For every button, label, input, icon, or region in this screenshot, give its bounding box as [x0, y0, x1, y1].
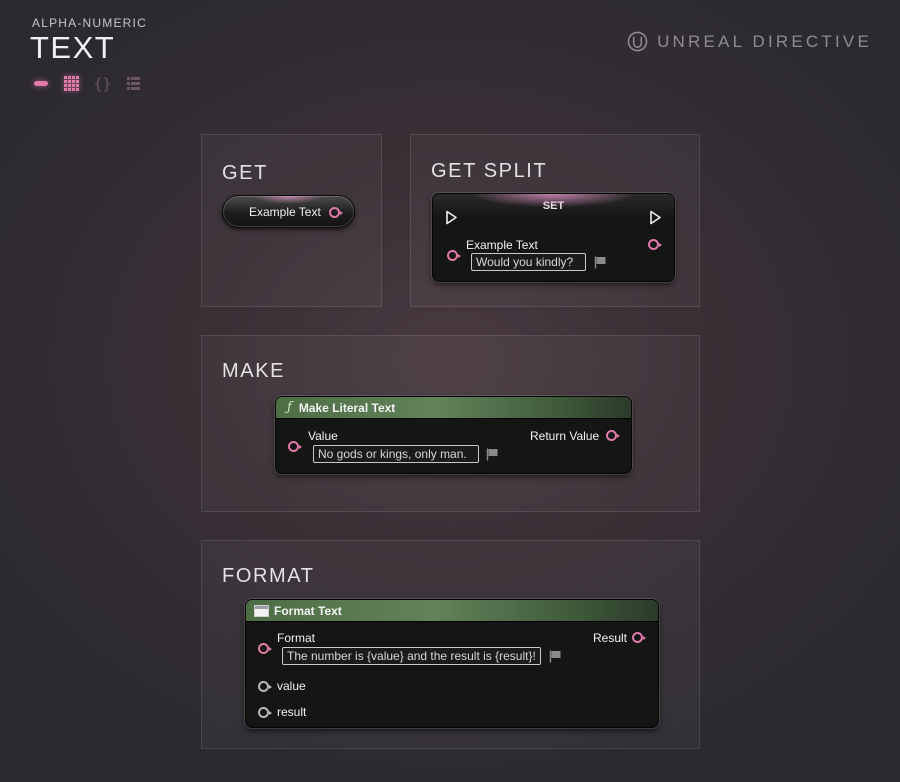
struct-brace-icon[interactable]: {} — [93, 75, 111, 93]
panel-get: GET Example Text — [201, 134, 382, 307]
panel-title: GET SPLIT — [431, 160, 548, 182]
set-node[interactable]: SET Example Text Would you kindly? — [432, 193, 675, 282]
localize-flag-icon[interactable] — [594, 256, 607, 269]
input-label: Format — [277, 631, 316, 645]
brand-name: UNREAL DIRECTIVE — [657, 31, 872, 51]
map-grid-icon[interactable] — [63, 75, 80, 92]
value-arg-input-pin[interactable] — [258, 681, 272, 692]
output-label: Result — [593, 631, 628, 645]
result-output-pin[interactable] — [632, 632, 646, 643]
list-array-icon[interactable] — [125, 75, 142, 92]
container-type-icons: {} — [32, 75, 142, 93]
brand[interactable]: UNREAL DIRECTIVE — [627, 31, 872, 52]
category-label: ALPHA-NUMERIC — [32, 16, 147, 30]
format-string-field[interactable]: The number is {value} and the result is … — [282, 647, 541, 665]
exec-input-pin[interactable] — [445, 210, 458, 225]
make-literal-text-node[interactable]: ƒ Make Literal Text Value Return Value N… — [275, 396, 632, 474]
node-header: SET — [433, 194, 674, 218]
format-input-pin[interactable] — [258, 643, 272, 654]
format-text-icon — [254, 604, 269, 617]
function-icon: ƒ — [287, 400, 292, 415]
result-arg-input-pin[interactable] — [258, 707, 272, 718]
localize-flag-icon[interactable] — [549, 650, 562, 663]
exec-output-pin[interactable] — [649, 210, 662, 225]
value-input-pin[interactable] — [288, 441, 302, 452]
arg-label: value — [277, 679, 306, 693]
node-title: Format Text — [274, 603, 342, 618]
input-label: Value — [308, 429, 338, 443]
panel-make: MAKE ƒ Make Literal Text Value Return Va… — [201, 335, 700, 512]
pin-label: Example Text — [466, 238, 538, 252]
format-text-node[interactable]: Format Text Format Result The number is … — [245, 599, 659, 728]
output-label: Return Value — [530, 429, 600, 443]
localize-flag-icon[interactable] — [486, 448, 499, 461]
node-header: ƒ Make Literal Text — [276, 397, 631, 419]
node-header: Format Text — [246, 600, 658, 622]
node-label: Example Text — [249, 204, 321, 219]
panel-title: MAKE — [222, 360, 286, 382]
page-title: TEXT — [30, 30, 116, 65]
panel-format: FORMAT Format Text Format Result The num… — [201, 540, 700, 749]
return-value-output-pin[interactable] — [606, 430, 620, 441]
text-value-field[interactable]: No gods or kings, only man. — [313, 445, 479, 463]
text-value-field[interactable]: Would you kindly? — [471, 253, 586, 271]
get-variable-node[interactable]: Example Text — [222, 195, 355, 228]
panel-title: GET — [222, 162, 268, 184]
text-output-pin[interactable] — [648, 239, 662, 250]
single-variable-icon[interactable] — [32, 75, 49, 92]
panel-get-split: GET SPLIT SET Example Text Would you kin… — [410, 134, 700, 307]
node-title: Make Literal Text — [298, 400, 396, 415]
unreal-logo-icon — [627, 31, 648, 52]
text-output-pin[interactable] — [329, 207, 343, 218]
arg-label: result — [277, 705, 307, 719]
text-input-pin[interactable] — [447, 250, 461, 261]
panel-title: FORMAT — [222, 565, 315, 587]
